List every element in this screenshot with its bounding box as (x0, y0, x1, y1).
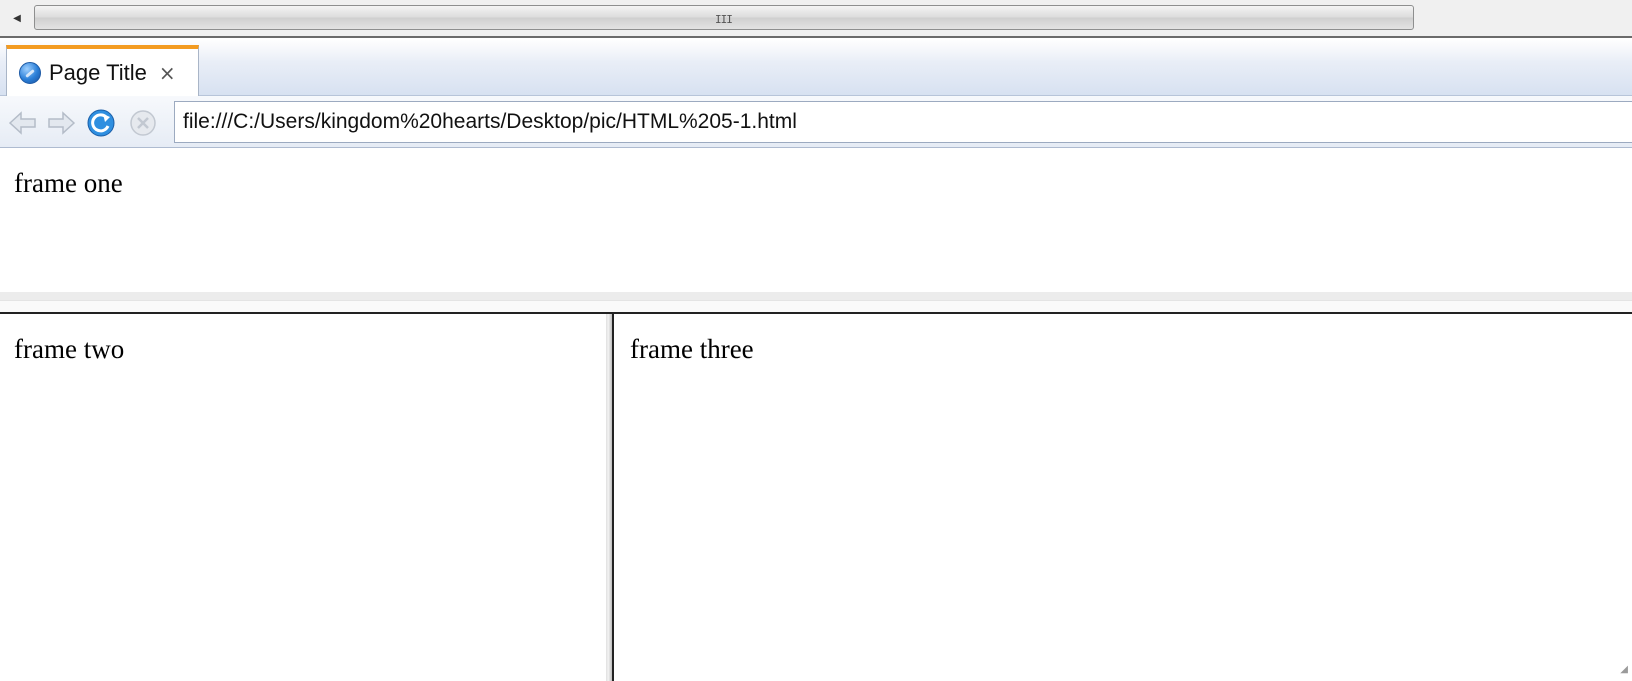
navigation-bar: file:///C:/Users/kingdom%20hearts/Deskto… (0, 96, 1632, 148)
frame-one-text: frame one (14, 168, 123, 198)
resize-grip-icon[interactable]: ◢ (1620, 664, 1628, 675)
scrollbar-grip-icon: III (715, 13, 733, 26)
tab-strip: Page Title × (0, 40, 1632, 96)
scroll-left-arrow-icon[interactable]: ◀ (6, 6, 28, 30)
forward-arrow-icon[interactable] (46, 108, 76, 138)
frame-three: frame three ◢ (612, 314, 1632, 681)
tab-title: Page Title (49, 59, 147, 85)
stop-icon[interactable] (128, 108, 158, 138)
frame-border-horizontal[interactable] (0, 300, 1632, 314)
tab-page-title[interactable]: Page Title × (6, 45, 199, 96)
close-icon[interactable]: × (159, 63, 176, 83)
globe-icon (19, 61, 41, 84)
frame-three-text: frame three (630, 334, 754, 364)
frame-one: frame one (0, 148, 1632, 300)
back-arrow-icon[interactable] (8, 108, 38, 138)
horizontal-scrollbar[interactable]: ◀ III (0, 0, 1632, 38)
address-bar[interactable]: file:///C:/Users/kingdom%20hearts/Deskto… (174, 101, 1632, 143)
browser-window: ◀ III Page Title × file:///C:/Users/king… (0, 0, 1632, 681)
frame-two-text: frame two (14, 334, 125, 364)
frame-two: frame two (0, 314, 610, 681)
reload-icon[interactable] (86, 108, 116, 138)
scrollbar-thumb[interactable]: III (34, 5, 1414, 30)
